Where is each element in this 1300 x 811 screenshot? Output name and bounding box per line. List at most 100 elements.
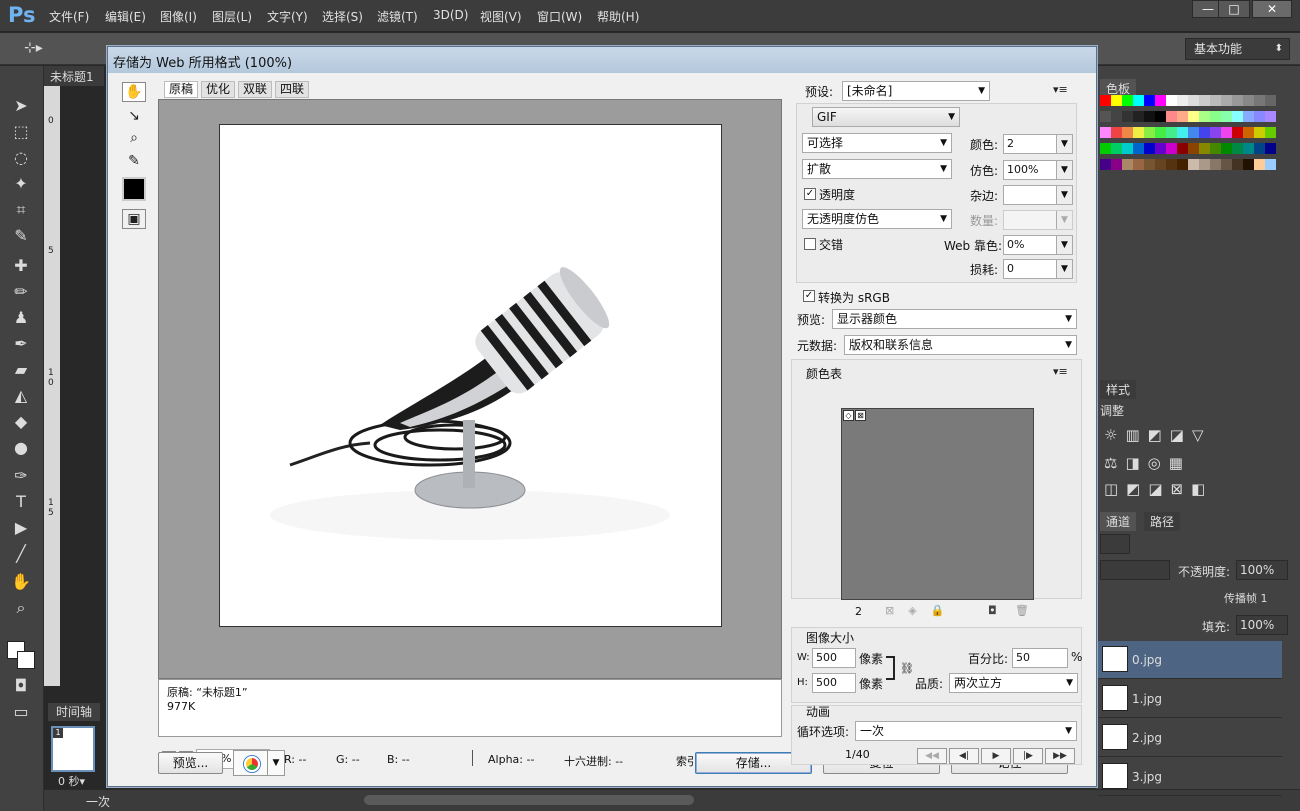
background-color-swatch[interactable] — [17, 651, 35, 669]
loop-select[interactable]: 一次 ▼ — [855, 721, 1077, 741]
color-swatch[interactable] — [1166, 111, 1177, 122]
horizontal-scrollbar[interactable] — [364, 795, 694, 805]
color-swatch[interactable] — [1232, 111, 1243, 122]
loop-select[interactable]: 一次 — [86, 793, 110, 810]
transparency-dither-select[interactable]: 无透明度仿色 ▼ — [802, 209, 952, 229]
layer-filter-select[interactable] — [1100, 534, 1130, 554]
color-swatch[interactable] — [1155, 95, 1166, 106]
color-swatch[interactable] — [1100, 95, 1111, 106]
eyedropper-color-swatch[interactable] — [122, 177, 146, 201]
next-frame-button[interactable]: |▶ — [1013, 748, 1043, 764]
color-swatch[interactable] — [1221, 111, 1232, 122]
color-swatch[interactable] — [1232, 95, 1243, 106]
color-swatch[interactable] — [1100, 143, 1111, 154]
color-swatch[interactable] — [1243, 111, 1254, 122]
first-frame-button[interactable]: ◀◀ — [917, 748, 947, 764]
panel-menu-icon[interactable]: ▾≡ — [1053, 83, 1068, 96]
color-swatch[interactable] — [1155, 111, 1166, 122]
color-preview-select[interactable]: 显示器颜色 ▼ — [832, 309, 1077, 329]
color-swatch[interactable] — [1210, 159, 1221, 170]
color-swatch[interactable] — [1232, 143, 1243, 154]
color-swatch[interactable] — [1221, 127, 1232, 138]
color-swatch[interactable] — [1221, 159, 1232, 170]
lossy-field[interactable]: 0 ▼ — [1003, 259, 1073, 279]
color-swatch[interactable] — [1122, 159, 1133, 170]
color-swatch[interactable] — [1188, 95, 1199, 106]
preview-button[interactable]: 预览... — [158, 752, 223, 774]
frame-delay-select[interactable]: 0 秒▾ — [58, 773, 85, 789]
animation-frame-thumbnail[interactable]: 1 — [51, 726, 95, 772]
color-cell[interactable]: ◇ — [843, 410, 854, 421]
color-swatch[interactable] — [1177, 111, 1188, 122]
fill-field[interactable]: 100% — [1236, 615, 1288, 635]
transparency-checkbox[interactable]: ✓ — [804, 188, 816, 200]
color-swatch[interactable] — [1254, 111, 1265, 122]
menu-layer[interactable]: 图层(L) — [212, 8, 252, 25]
color-table[interactable]: ◇ ⊠ — [841, 408, 1034, 600]
color-swatch[interactable] — [1243, 159, 1254, 170]
menu-image[interactable]: 图像(I) — [160, 8, 197, 25]
metadata-select[interactable]: 版权和联系信息 ▼ — [844, 335, 1077, 355]
maximize-button[interactable]: □ — [1218, 0, 1250, 18]
color-swatch[interactable] — [1254, 127, 1265, 138]
convert-srgb-checkbox[interactable]: ✓ — [803, 290, 815, 302]
close-window-button[interactable]: ✕ — [1252, 0, 1292, 18]
styles-tab[interactable]: 样式 — [1100, 380, 1137, 399]
format-select[interactable]: GIF ▼ — [812, 107, 960, 127]
browser-preview-select[interactable]: ▼ — [233, 750, 285, 776]
color-swatch[interactable] — [1144, 127, 1155, 138]
toggle-slices-icon[interactable]: ▣ — [122, 209, 146, 229]
color-swatch[interactable] — [1166, 95, 1177, 106]
adjustment-icons-row[interactable]: ☼▥◩◪▽ — [1104, 426, 1212, 444]
paths-tab[interactable]: 路径 — [1144, 512, 1181, 531]
eyedropper-tool-icon[interactable]: ✎ — [8, 226, 34, 246]
color-swatch[interactable] — [1199, 143, 1210, 154]
color-swatch[interactable] — [1166, 127, 1177, 138]
web-snap-field[interactable]: 0% ▼ — [1003, 235, 1073, 255]
chain-link-icon[interactable]: ⛓ — [900, 662, 914, 675]
zoom-tool-icon[interactable]: ⌕ — [8, 598, 34, 618]
marquee-tool-icon[interactable]: ⬚ — [8, 122, 34, 142]
color-swatch[interactable] — [1122, 111, 1133, 122]
timeline-tab[interactable]: 时间轴 — [48, 703, 100, 721]
colors-field[interactable]: 2 ▼ — [1003, 134, 1073, 154]
color-swatch[interactable] — [1265, 95, 1276, 106]
height-field[interactable]: 500 — [812, 673, 856, 693]
play-button[interactable]: ▶ — [981, 748, 1011, 764]
menu-select[interactable]: 选择(S) — [322, 8, 363, 25]
interlaced-checkbox[interactable] — [804, 238, 816, 250]
color-swatch[interactable] — [1221, 143, 1232, 154]
pen-tool-icon[interactable]: ✑ — [8, 466, 34, 486]
dodge-tool-icon[interactable]: ● — [8, 438, 34, 458]
tab-4up[interactable]: 四联 — [275, 81, 310, 98]
quick-mask-icon[interactable]: ◘ — [8, 676, 34, 696]
color-swatch[interactable] — [1111, 159, 1122, 170]
new-color-icon[interactable]: ◘ — [988, 604, 997, 617]
color-swatch[interactable] — [1100, 127, 1111, 138]
color-swatch[interactable] — [1111, 111, 1122, 122]
color-swatch[interactable] — [1111, 127, 1122, 138]
color-swatch[interactable] — [1254, 159, 1265, 170]
color-swatch[interactable] — [1210, 111, 1221, 122]
color-swatch[interactable] — [1133, 127, 1144, 138]
layer-row[interactable]: 1.jpg — [1098, 680, 1282, 718]
workspace-select[interactable]: 基本功能 ⬍ — [1185, 38, 1290, 60]
color-swatch[interactable] — [1243, 95, 1254, 106]
trash-icon[interactable]: 🗑 — [1015, 604, 1029, 617]
menu-window[interactable]: 窗口(W) — [537, 8, 582, 25]
color-swatch[interactable] — [1210, 127, 1221, 138]
color-table-menu-icon[interactable]: ▾≡ — [1053, 365, 1068, 378]
color-swatch[interactable] — [1188, 111, 1199, 122]
layer-row[interactable]: 2.jpg — [1098, 719, 1282, 757]
menu-help[interactable]: 帮助(H) — [597, 8, 639, 25]
color-swatch[interactable] — [1122, 143, 1133, 154]
color-swatch[interactable] — [1144, 159, 1155, 170]
color-swatch[interactable] — [1177, 127, 1188, 138]
layer-row[interactable]: 3.jpg — [1098, 758, 1282, 796]
menu-view[interactable]: 视图(V) — [480, 8, 522, 25]
healing-brush-icon[interactable]: ✚ — [8, 256, 34, 276]
propagate-frame-label[interactable]: 传播帧 1 — [1224, 590, 1268, 606]
stamp-tool-icon[interactable]: ♟ — [8, 308, 34, 328]
move-tool-icon[interactable]: ➤ — [8, 96, 34, 116]
color-swatch[interactable] — [1177, 143, 1188, 154]
